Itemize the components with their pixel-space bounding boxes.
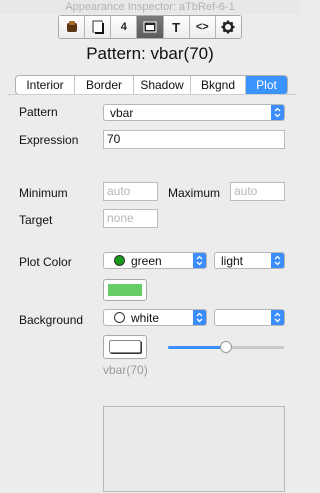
background-value: white: [131, 311, 160, 325]
tab-bar: Interior Border Shadow Bkgnd Plot: [15, 75, 288, 95]
chevron-updown-icon: [271, 105, 284, 120]
opacity-slider-fill: [168, 346, 226, 349]
preview-caption: vbar(70): [103, 363, 148, 377]
quickstamp-tab-button[interactable]: 4: [111, 16, 138, 38]
color-dot-icon: [114, 312, 125, 323]
expression-field[interactable]: 70: [103, 130, 285, 149]
minimum-field[interactable]: auto: [103, 182, 158, 201]
maximum-field[interactable]: auto: [230, 182, 285, 201]
expression-label: Expression: [19, 133, 79, 147]
target-field[interactable]: none: [103, 209, 158, 228]
pattern-label: Pattern: [19, 105, 58, 119]
quickstamp-icon: 4: [120, 21, 127, 33]
page-title: Pattern: vbar(70): [86, 44, 214, 63]
chevron-updown-icon: [271, 310, 284, 325]
background-label: Background: [19, 313, 84, 327]
action-icon: <>: [195, 21, 209, 33]
tab-bkgnd[interactable]: Bkgnd: [191, 76, 246, 94]
plot-color-label: Plot Color: [19, 255, 72, 269]
chevron-updown-icon: [271, 253, 284, 268]
opacity-slider-knob[interactable]: [220, 341, 232, 353]
target-label: Target: [19, 213, 53, 227]
background-color-well[interactable]: [103, 335, 147, 359]
plot-color-select[interactable]: green: [103, 252, 207, 269]
settings-tab-button[interactable]: [215, 16, 241, 38]
chevron-updown-icon: [193, 253, 206, 268]
tab-plot[interactable]: Plot: [246, 76, 287, 94]
maximum-label: Maximum: [168, 186, 221, 200]
tab-border[interactable]: Border: [75, 76, 134, 94]
text-format-tab-button[interactable]: T: [163, 16, 190, 38]
plot-color-swatch: [108, 284, 142, 296]
background-color-swatch: [109, 340, 141, 353]
action-tab-button[interactable]: <>: [189, 16, 216, 38]
appearance-icon: [143, 21, 157, 33]
plot-preview-area: [103, 406, 285, 492]
properties-tab-button[interactable]: [59, 16, 86, 38]
plot-color-shade-select[interactable]: light: [214, 252, 285, 269]
minimum-label: Minimum: [19, 186, 68, 200]
text-format-icon: T: [172, 19, 181, 35]
pattern-value: vbar: [110, 106, 134, 120]
gear-icon: [221, 20, 235, 34]
plot-color-shade-value: light: [221, 254, 244, 268]
appearance-tab-button[interactable]: [137, 16, 164, 38]
plot-color-well[interactable]: [103, 279, 147, 301]
maximum-placeholder: auto: [234, 184, 258, 198]
target-placeholder: none: [107, 211, 134, 225]
pattern-select[interactable]: vbar: [103, 104, 285, 121]
inspector-toolbar: 4 T <>: [58, 15, 242, 39]
minimum-placeholder: auto: [107, 184, 131, 198]
plot-color-value: green: [131, 254, 162, 268]
background-shade-select[interactable]: [214, 309, 285, 326]
text-icon: [92, 20, 104, 34]
color-dot-icon: [114, 255, 125, 266]
chevron-updown-icon: [193, 310, 206, 325]
properties-icon: [65, 20, 79, 34]
tab-interior[interactable]: Interior: [16, 76, 75, 94]
background-select[interactable]: white: [103, 309, 207, 326]
tab-shadow[interactable]: Shadow: [134, 76, 191, 94]
text-tab-button[interactable]: [85, 16, 112, 38]
window-title: Appearance Inspector: aTbRef-6-1: [0, 0, 300, 14]
